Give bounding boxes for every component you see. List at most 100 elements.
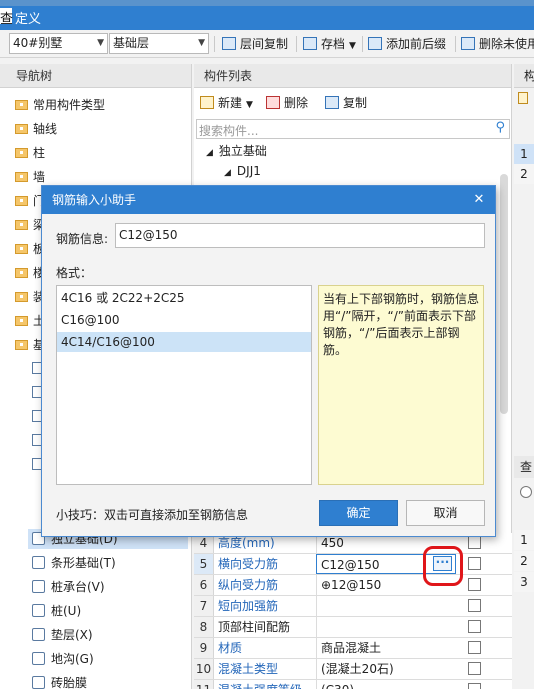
- property-row[interactable]: 5 横向受力筋 C12@150 ···: [194, 554, 512, 575]
- property-checkbox[interactable]: [468, 536, 481, 549]
- property-name: 纵向受力筋: [218, 578, 279, 592]
- floor-select-value: 40#别墅: [13, 36, 63, 50]
- sub-item-strip-foundation[interactable]: 条形基础(T): [32, 553, 116, 573]
- format-item-selected[interactable]: 4C14/C16@100: [57, 332, 311, 352]
- tree-node-root[interactable]: ◢ 独立基础: [206, 142, 267, 159]
- property-row[interactable]: 9 材质 商品混凝土: [194, 638, 512, 659]
- property-row[interactable]: 7 短向加强筋: [194, 596, 512, 617]
- toolbar-separator: [362, 36, 363, 52]
- copy-component-button[interactable]: 复制: [325, 94, 367, 111]
- property-row[interactable]: 10 混凝土类型 (混凝土20石): [194, 659, 512, 680]
- ok-button[interactable]: 确定: [319, 500, 398, 526]
- right-lower-row[interactable]: 2: [514, 551, 534, 571]
- nav-item-label: 常用构件类型: [33, 98, 106, 112]
- property-row[interactable]: 6 纵向受力筋 ⊕12@150: [194, 575, 512, 596]
- sub-item-label: 桩承台(V): [51, 580, 105, 594]
- cancel-button[interactable]: 取消: [406, 500, 485, 526]
- right-panel-header: 构: [514, 64, 534, 88]
- property-checkbox[interactable]: [468, 683, 481, 689]
- sub-item-label: 桩(U): [51, 604, 82, 618]
- archive-button[interactable]: 存档 ▼: [303, 35, 356, 53]
- add-suffix-button[interactable]: 添加前后缀: [368, 35, 446, 53]
- nav-item[interactable]: 常用构件类型: [15, 96, 105, 114]
- nav-item[interactable]: 墙: [15, 168, 45, 186]
- copy-floor-button[interactable]: 层间复制: [222, 35, 288, 53]
- add-suffix-label: 添加前后缀: [386, 37, 447, 51]
- delete-component-button[interactable]: 删除: [266, 94, 308, 111]
- chevron-down-icon: ▼: [97, 38, 104, 48]
- scrollbar-thumb[interactable]: [500, 174, 508, 414]
- folder-icon: [15, 148, 28, 158]
- sub-item-brick-mold[interactable]: 砖胎膜: [32, 673, 87, 689]
- nav-item-label: 柱: [33, 146, 46, 160]
- delete-unused-button[interactable]: 删除未使用: [461, 35, 534, 53]
- property-checkbox[interactable]: [468, 641, 481, 654]
- property-checkbox[interactable]: [468, 599, 481, 612]
- property-row[interactable]: 11 混凝土强度等级 (C30): [194, 680, 512, 689]
- nav-item[interactable]: 柱: [15, 144, 45, 162]
- right-row[interactable]: 2: [514, 164, 534, 184]
- property-checkbox[interactable]: [468, 620, 481, 633]
- property-row[interactable]: 8 顶部柱间配筋: [194, 617, 512, 638]
- copy-floor-label: 层间复制: [240, 37, 289, 51]
- folder-icon: [15, 340, 28, 350]
- chevron-down-icon: ▼: [349, 41, 356, 51]
- format-item[interactable]: 4C16 或 2C22+2C25: [57, 286, 311, 310]
- sub-item-label: 条形基础(T): [51, 556, 116, 570]
- title-strip: [0, 0, 534, 6]
- sub-item-label: 地沟(G): [51, 652, 94, 666]
- new-label: 新建: [218, 96, 243, 110]
- floor-select[interactable]: 40#别墅 ▼: [9, 33, 108, 54]
- copy-floor-icon: [222, 37, 236, 50]
- format-list[interactable]: 4C16 或 2C22+2C25 C16@100 4C14/C16@100: [56, 285, 312, 485]
- format-label: 格式：: [56, 266, 93, 280]
- brick-mold-icon: [32, 676, 45, 689]
- right-lower-row[interactable]: 1: [514, 530, 534, 550]
- right-lower-header: 查: [514, 456, 534, 478]
- radio-button[interactable]: [520, 486, 532, 498]
- delete-unused-icon: [461, 37, 475, 50]
- row-number: 7: [194, 596, 214, 616]
- component-search[interactable]: 搜索构件... ⚲: [196, 119, 510, 139]
- rebar-input-dialog: 钢筋输入小助手 ✕ 钢筋信息: C12@150 格式： 4C16 或 2C22+…: [41, 185, 496, 537]
- archive-label: 存档: [321, 37, 346, 51]
- delete-icon: [266, 96, 280, 109]
- folder-icon: [15, 196, 28, 206]
- property-value[interactable]: 商品混凝土: [316, 638, 456, 658]
- property-value[interactable]: (混凝土20石): [316, 659, 456, 679]
- new-icon[interactable]: [518, 92, 528, 104]
- sub-item-trench[interactable]: 地沟(G): [32, 649, 94, 669]
- red-annotation-circle: [423, 546, 463, 586]
- sub-item-pile-cap[interactable]: 桩承台(V): [32, 577, 105, 597]
- right-lower-row[interactable]: 3: [514, 572, 534, 592]
- nav-item[interactable]: 轴线: [15, 120, 57, 138]
- format-item[interactable]: C16@100: [57, 310, 311, 330]
- tip-text: 小技巧：双击可直接添加至钢筋信息: [56, 508, 249, 522]
- new-component-button[interactable]: 新建 ▼: [200, 94, 253, 111]
- close-icon[interactable]: ✕: [471, 186, 487, 214]
- property-value[interactable]: [316, 617, 456, 637]
- archive-icon: [303, 37, 317, 50]
- chevron-down-icon: ▼: [198, 38, 205, 48]
- layer-select-value: 基础层: [113, 36, 150, 50]
- property-checkbox[interactable]: [468, 662, 481, 675]
- sub-item-pile[interactable]: 桩(U): [32, 601, 81, 621]
- dialog-title: 钢筋输入小助手: [42, 186, 495, 214]
- row-number: 5: [194, 554, 214, 574]
- property-value[interactable]: (C30): [316, 680, 456, 689]
- property-value[interactable]: [316, 596, 456, 616]
- sub-item-cushion[interactable]: 垫层(X): [32, 625, 93, 645]
- property-name: 混凝土类型: [218, 662, 279, 676]
- row-number: 9: [194, 638, 214, 658]
- component-list-header: 构件列表: [194, 64, 511, 88]
- layer-select[interactable]: 基础层 ▼: [109, 33, 209, 54]
- cushion-icon: [32, 628, 45, 641]
- right-row[interactable]: 1: [514, 144, 534, 164]
- tree-node-child[interactable]: ◢ DJJ1: [224, 164, 261, 178]
- folder-icon: [15, 268, 28, 278]
- property-checkbox[interactable]: [468, 557, 481, 570]
- property-checkbox[interactable]: [468, 578, 481, 591]
- right-panel: 构 1 2 查 1 2 3: [514, 64, 534, 689]
- rebar-info-input[interactable]: C12@150: [115, 223, 485, 248]
- nav-item-label: 轴线: [33, 122, 58, 136]
